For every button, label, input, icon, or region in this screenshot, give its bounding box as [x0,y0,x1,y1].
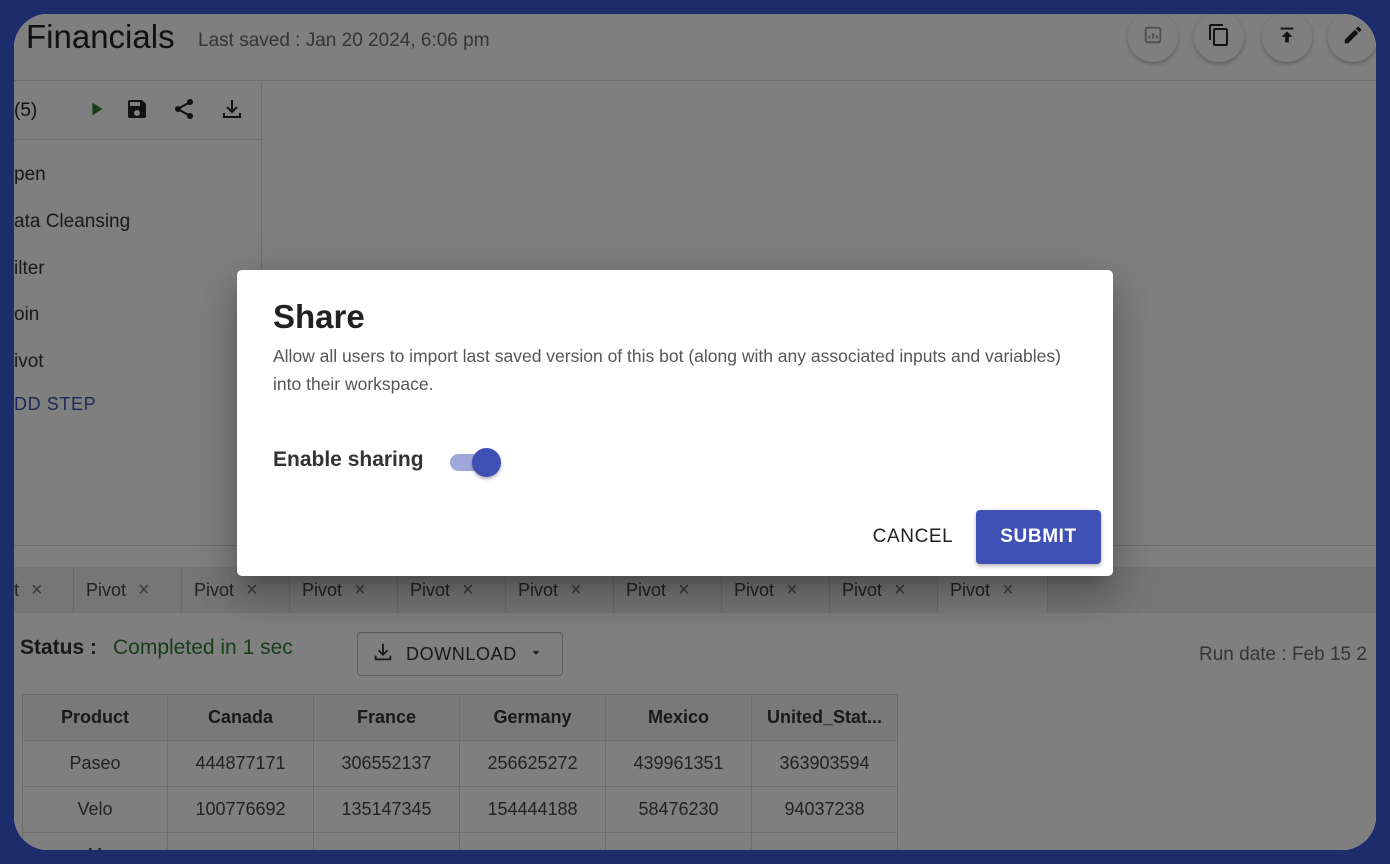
toggle-thumb [472,448,501,477]
enable-sharing-toggle[interactable] [448,445,504,477]
dialog-title: Share [273,298,365,335]
cancel-button[interactable]: CANCEL [861,510,965,564]
dialog-description: Allow all users to import last saved ver… [273,346,1061,394]
submit-button[interactable]: SUBMIT [976,510,1101,564]
app-frame: Financials Last saved : Jan 20 2024, 6:0… [14,14,1376,850]
enable-sharing-label: Enable sharing [273,448,424,471]
share-dialog: Share Allow all users to import last sav… [237,270,1113,576]
